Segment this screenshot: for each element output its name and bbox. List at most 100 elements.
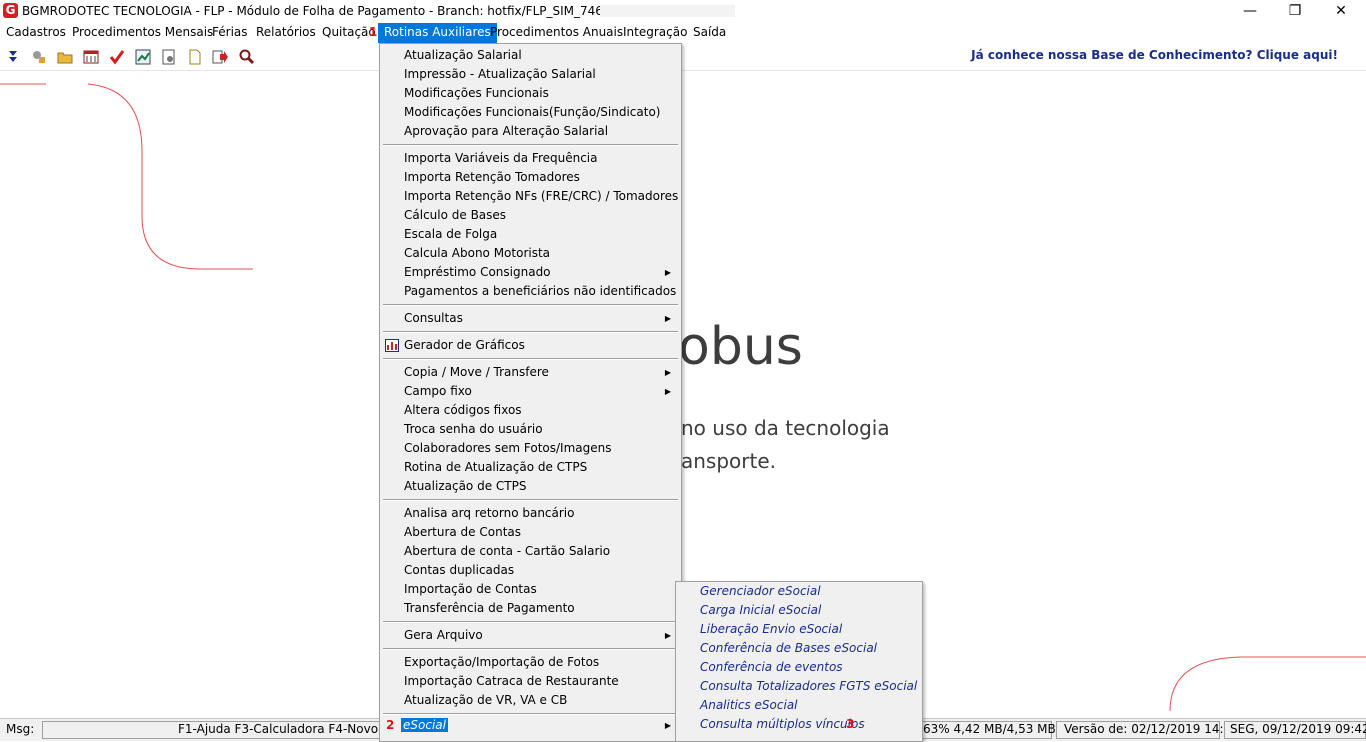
menu-separator bbox=[383, 499, 678, 501]
hotkeys-text: F1-Ajuda F3-Calculadora F4-Novo usu bbox=[178, 722, 404, 736]
menu-separator bbox=[383, 621, 678, 623]
step-marker-3: 3 bbox=[846, 717, 855, 731]
menu-separator bbox=[383, 713, 678, 715]
menu-item-importa-retencao-nfs[interactable]: Importa Retenção NFs (FRE/CRC) / Tomador… bbox=[381, 187, 680, 206]
title-redacted-area bbox=[600, 5, 735, 17]
submenu-item-consulta-multiplos-vinculos[interactable]: Consulta múltiplos vínculos bbox=[700, 715, 865, 734]
rotinas-auxiliares-menu: Atualização Salarial Impressão - Atualiz… bbox=[379, 43, 682, 742]
menu-item-importacao-de-contas[interactable]: Importação de Contas bbox=[381, 580, 680, 599]
menu-item-label: Troca senha do usuário bbox=[404, 422, 543, 436]
menu-item-pagamentos-nao-identificados[interactable]: Pagamentos a beneficiários não identific… bbox=[381, 282, 680, 301]
menu-item-calcula-abono-motorista[interactable]: Calcula Abono Motorista bbox=[381, 244, 680, 263]
menu-item-atualizacao-vr-va-cb[interactable]: Atualização de VR, VA e CB bbox=[381, 691, 680, 710]
arrow-down-icon[interactable] bbox=[4, 48, 22, 66]
menu-item-transferencia-pagamento[interactable]: Transferência de Pagamento bbox=[381, 599, 680, 618]
menu-procedimentos-mensais[interactable]: Procedimentos Mensais bbox=[66, 23, 219, 43]
document-settings-icon[interactable] bbox=[160, 48, 178, 66]
menu-item-altera-codigos-fixos[interactable]: Altera códigos fixos bbox=[381, 401, 680, 420]
menu-ferias[interactable]: Férias bbox=[206, 23, 254, 43]
page-icon[interactable] bbox=[186, 48, 204, 66]
menu-item-atualizacao-ctps[interactable]: Atualização de CTPS bbox=[381, 477, 680, 496]
tagline-line-1: no uso da tecnologia bbox=[681, 416, 890, 440]
menu-item-label: Modificações Funcionais(Função/Sindicato… bbox=[404, 105, 661, 119]
submenu-arrow-icon: ▶ bbox=[664, 314, 671, 323]
submenu-item-analitics-esocial[interactable]: Analitics eSocial bbox=[700, 696, 798, 715]
menu-item-exportacao-importacao-fotos[interactable]: Exportação/Importação de Fotos bbox=[381, 653, 680, 672]
submenu-item-gerenciador-esocial[interactable]: Gerenciador eSocial bbox=[700, 582, 821, 601]
menu-procedimentos-anuais[interactable]: Procedimentos Anuais bbox=[484, 23, 629, 43]
menu-cadastros[interactable]: Cadastros bbox=[0, 23, 72, 43]
menu-item-gera-arquivo[interactable]: Gera Arquivo ▶ bbox=[381, 626, 680, 645]
tools-icon[interactable] bbox=[30, 48, 48, 66]
menu-item-label: Rotina de Atualização de CTPS bbox=[404, 460, 588, 474]
menu-item-label: Exportação/Importação de Fotos bbox=[404, 655, 600, 669]
menu-item-rotina-atualizacao-ctps[interactable]: Rotina de Atualização de CTPS bbox=[381, 458, 680, 477]
menu-item-aprovacao-alteracao-salarial[interactable]: Aprovação para Alteração Salarial bbox=[381, 122, 680, 141]
app-logo-icon: G bbox=[3, 3, 18, 18]
menu-item-label: Consultas bbox=[404, 311, 463, 325]
menu-item-label: Atualização de CTPS bbox=[404, 479, 527, 493]
menu-rotinas-auxiliares[interactable]: Rotinas Auxiliares bbox=[378, 23, 497, 43]
menu-item-atualizacao-salarial[interactable]: Atualização Salarial bbox=[381, 46, 680, 65]
menu-item-label: Importa Retenção NFs (FRE/CRC) / Tomador… bbox=[404, 189, 679, 203]
calendar-icon[interactable] bbox=[82, 48, 100, 66]
menu-item-label: Atualização Salarial bbox=[404, 48, 522, 62]
brand-logo-text: obus bbox=[678, 317, 803, 377]
menu-separator bbox=[383, 304, 678, 306]
menu-item-abertura-conta-cartao[interactable]: Abertura de conta - Cartão Salario bbox=[381, 542, 680, 561]
folder-icon[interactable] bbox=[56, 48, 74, 66]
menu-item-emprestimo-consignado[interactable]: Empréstimo Consignado ▶ bbox=[381, 263, 680, 282]
menu-item-campo-fixo[interactable]: Campo fixo ▶ bbox=[381, 382, 680, 401]
menu-item-importa-retencao-tomadores[interactable]: Importa Retenção Tomadores bbox=[381, 168, 680, 187]
submenu-item-conferencia-eventos[interactable]: Conferência de eventos bbox=[700, 658, 843, 677]
menu-item-label: Empréstimo Consignado bbox=[404, 265, 551, 279]
submenu-item-liberacao-envio[interactable]: Liberação Envio eSocial bbox=[700, 620, 842, 639]
menu-item-gerador-de-graficos[interactable]: Gerador de Gráficos bbox=[381, 336, 680, 355]
menu-item-label: Analisa arq retorno bancário bbox=[404, 506, 575, 520]
maximize-button[interactable]: ❐ bbox=[1272, 0, 1318, 23]
submenu-arrow-icon: ▶ bbox=[664, 387, 671, 396]
menu-item-importacao-catraca[interactable]: Importação Catraca de Restaurante bbox=[381, 672, 680, 691]
menu-item-importa-variaveis-frequencia[interactable]: Importa Variáveis da Frequência bbox=[381, 149, 680, 168]
menu-item-colaboradores-sem-fotos[interactable]: Colaboradores sem Fotos/Imagens bbox=[381, 439, 680, 458]
esocial-label: eSocial bbox=[401, 718, 448, 732]
menu-item-analisa-arq-retorno[interactable]: Analisa arq retorno bancário bbox=[381, 504, 680, 523]
menu-item-modificacoes-funcionais[interactable]: Modificações Funcionais bbox=[381, 84, 680, 103]
submenu-item-carga-inicial[interactable]: Carga Inicial eSocial bbox=[700, 601, 821, 620]
menu-separator bbox=[383, 648, 678, 650]
menu-item-label: Importa Retenção Tomadores bbox=[404, 170, 580, 184]
menu-item-calculo-de-bases[interactable]: Cálculo de Bases bbox=[381, 206, 680, 225]
menu-item-consultas[interactable]: Consultas ▶ bbox=[381, 309, 680, 328]
version-text: Versão de: 02/12/2019 14:58 bbox=[1064, 722, 1239, 736]
menu-integracao[interactable]: Integração bbox=[617, 23, 693, 43]
menu-item-modificacoes-funcionais-funcao[interactable]: Modificações Funcionais(Função/Sindicato… bbox=[381, 103, 680, 122]
menu-item-label: Calcula Abono Motorista bbox=[404, 246, 551, 260]
submenu-arrow-icon: ▶ bbox=[664, 631, 671, 640]
minimize-button[interactable]: — bbox=[1227, 0, 1273, 23]
step-marker-2: 2 bbox=[386, 718, 395, 732]
menu-item-esocial[interactable]: 2 eSocial ▶ bbox=[381, 716, 680, 735]
export-icon[interactable] bbox=[211, 48, 229, 66]
memory-usage: 63% 4,42 MB/4,53 MB bbox=[923, 722, 1056, 736]
menu-item-label: Atualização de VR, VA e CB bbox=[404, 693, 568, 707]
menu-item-copia-move-transfere[interactable]: Copia / Move / Transfere ▶ bbox=[381, 363, 680, 382]
menu-item-troca-senha-usuario[interactable]: Troca senha do usuário bbox=[381, 420, 680, 439]
close-button[interactable]: ✕ bbox=[1318, 0, 1364, 23]
menu-saida[interactable]: Saída bbox=[687, 23, 732, 43]
menu-item-label: Gerador de Gráficos bbox=[404, 338, 525, 352]
menu-separator bbox=[383, 358, 678, 360]
menu-item-contas-duplicadas[interactable]: Contas duplicadas bbox=[381, 561, 680, 580]
submenu-item-conferencia-bases[interactable]: Conferência de Bases eSocial bbox=[700, 639, 877, 658]
menu-item-impressao-atualizacao-salarial[interactable]: Impressão - Atualização Salarial bbox=[381, 65, 680, 84]
menu-item-label: Cálculo de Bases bbox=[404, 208, 507, 222]
menu-item-abertura-de-contas[interactable]: Abertura de Contas bbox=[381, 523, 680, 542]
search-icon[interactable] bbox=[238, 48, 256, 66]
submenu-item-consulta-totalizadores-fgts[interactable]: Consulta Totalizadores FGTS eSocial bbox=[700, 677, 917, 696]
menu-item-label: Pagamentos a beneficiários não identific… bbox=[404, 284, 677, 298]
menu-item-escala-de-folga[interactable]: Escala de Folga bbox=[381, 225, 680, 244]
menu-relatorios[interactable]: Relatórios bbox=[250, 23, 322, 43]
menu-item-label: Campo fixo bbox=[404, 384, 472, 398]
check-icon[interactable] bbox=[108, 48, 126, 66]
knowledge-base-link[interactable]: Já conhece nossa Base de Conhecimento? C… bbox=[971, 48, 1338, 62]
chart-icon[interactable] bbox=[134, 48, 152, 66]
